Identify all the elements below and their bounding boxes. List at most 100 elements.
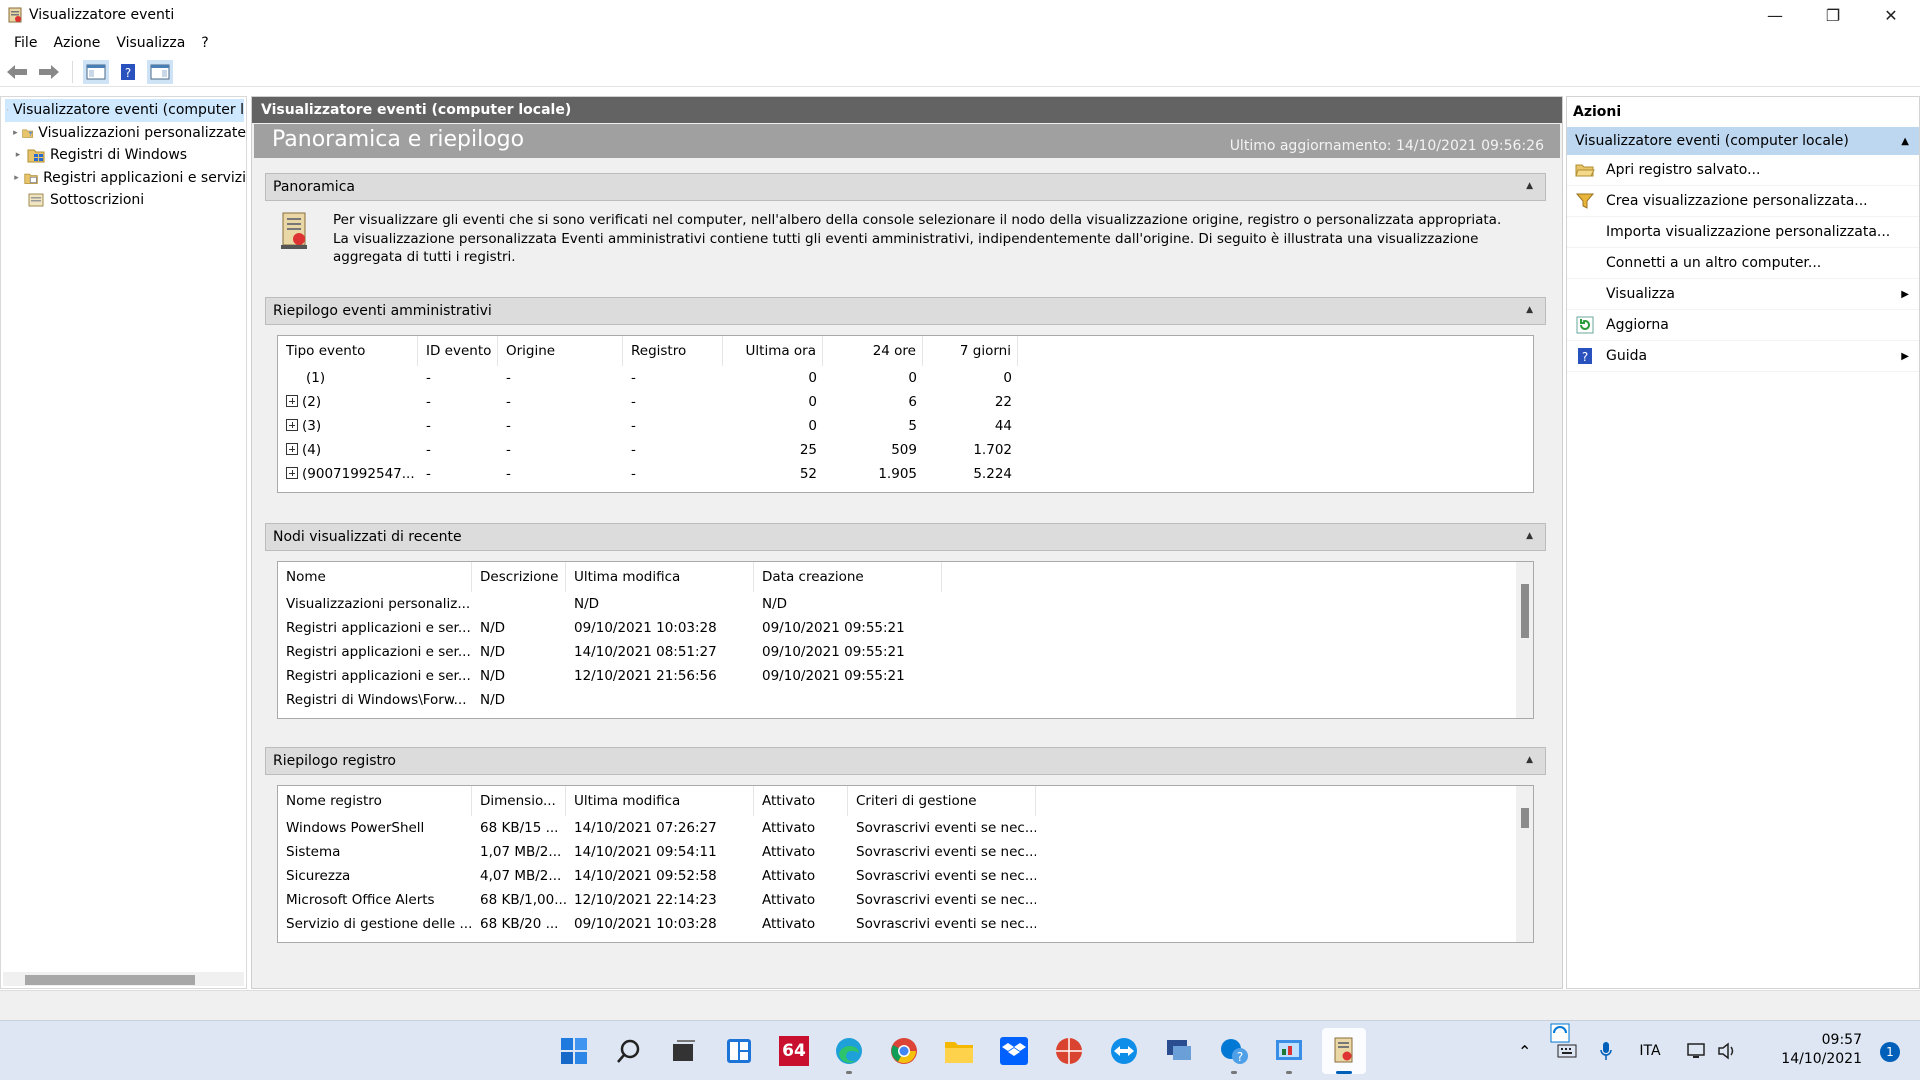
table-row[interactable]: Registri applicazioni e ser... N/D 14/10/2… xyxy=(278,640,1516,664)
tree-item-subscriptions[interactable]: Sottoscrizioni xyxy=(1,189,246,212)
taskbar-app-64[interactable]: 64 xyxy=(777,1034,811,1068)
table-row[interactable]: Sistema 1,07 MB/2... 14/10/2021 09:54:11 At… xyxy=(278,840,1516,864)
table-row[interactable]: Registri applicazioni e ser... N/D 09/10/2… xyxy=(278,616,1516,640)
section-overview-header[interactable]: Panoramica ▲ xyxy=(265,173,1546,201)
expand-plus-icon[interactable] xyxy=(286,395,298,407)
forward-button[interactable] xyxy=(36,60,62,84)
expand-chevron-icon[interactable]: ▸ xyxy=(11,173,22,183)
taskbar-app-help[interactable]: ? xyxy=(1217,1034,1251,1074)
column-header[interactable]: Tipo evento xyxy=(286,336,418,366)
table-row[interactable]: Visualizzazioni personaliz... N/D N/D xyxy=(278,592,1516,616)
action-item-6[interactable]: ? Guida ▶ xyxy=(1567,341,1919,372)
tree-item-windows-logs[interactable]: ▸ Registri di Windows xyxy=(1,144,246,167)
table-row[interactable]: Registri applicazioni e ser... N/D 12/10/2… xyxy=(278,664,1516,688)
volume-icon[interactable] xyxy=(1717,1042,1737,1060)
column-header[interactable]: Criteri di gestione xyxy=(848,786,1036,816)
help-toolbar-button[interactable]: ? xyxy=(115,60,141,84)
column-header[interactable]: Attivato xyxy=(754,786,848,816)
table-row[interactable]: Microsoft Office Alerts 68 KB/1,00... 12/1… xyxy=(278,888,1516,912)
tree-item-custom-views[interactable]: ▸ Visualizzazioni personalizzate xyxy=(1,122,246,145)
table-row[interactable]: Windows PowerShell 68 KB/15 ... 14/10/2021… xyxy=(278,816,1516,840)
cloud-sync-tray-icon[interactable] xyxy=(1550,1023,1570,1043)
taskbar-app-ball[interactable] xyxy=(1052,1034,1086,1068)
taskbar-app-event-viewer[interactable] xyxy=(1322,1028,1366,1074)
table-row[interactable]: (3) - - - 0 5 44 xyxy=(278,414,1533,438)
network-icon[interactable] xyxy=(1686,1042,1709,1060)
show-hide-actions-button[interactable] xyxy=(147,59,173,84)
expand-plus-icon[interactable] xyxy=(286,443,298,455)
show-hidden-icons-chevron-icon[interactable]: ⌃ xyxy=(1518,1042,1531,1061)
expand-plus-icon[interactable] xyxy=(286,467,298,479)
collapse-icon[interactable]: ▲ xyxy=(1526,181,1533,191)
language-indicator[interactable]: ITA xyxy=(1639,1043,1660,1059)
taskbar-app-edge[interactable] xyxy=(832,1034,866,1074)
action-item-0[interactable]: Apri registro salvato... xyxy=(1567,155,1919,186)
section-recent-nodes-header[interactable]: Nodi visualizzati di recente ▲ xyxy=(265,523,1546,551)
expand-plus-icon[interactable] xyxy=(286,419,298,431)
action-item-4[interactable]: Visualizza ▶ xyxy=(1567,279,1919,310)
microphone-icon[interactable] xyxy=(1599,1041,1613,1061)
section-log-summary-header[interactable]: Riepilogo registro ▲ xyxy=(265,747,1546,775)
search-button[interactable] xyxy=(612,1034,646,1068)
taskbar-app-file-explorer[interactable] xyxy=(942,1034,976,1068)
show-hide-tree-button[interactable] xyxy=(83,59,109,84)
column-header[interactable]: Descrizione xyxy=(472,562,566,592)
scrollbar-thumb[interactable] xyxy=(1521,584,1529,638)
action-item-3[interactable]: Connetti a un altro computer... xyxy=(1567,248,1919,279)
restore-button[interactable]: ❐ xyxy=(1804,0,1862,30)
table-row[interactable]: (90071992547... - - -52 1.905 5.224 xyxy=(278,462,1533,486)
taskbar-app-remote[interactable] xyxy=(1162,1034,1196,1068)
expand-chevron-icon[interactable]: ▸ xyxy=(11,128,20,138)
taskbar-clock[interactable]: 09:57 14/10/2021 xyxy=(1781,1031,1862,1069)
table-row[interactable]: Servizio di gestione delle ... 68 KB/20 .… xyxy=(278,912,1516,936)
start-button[interactable] xyxy=(557,1034,591,1068)
column-header[interactable]: Ultima modifica xyxy=(566,562,754,592)
table-row[interactable]: Sicurezza 4,07 MB/2... 14/10/2021 09:52:58… xyxy=(278,864,1516,888)
task-view-button[interactable] xyxy=(667,1034,701,1068)
action-item-5[interactable]: Aggiorna xyxy=(1567,310,1919,341)
column-header[interactable]: Data creazione xyxy=(754,562,942,592)
tree-horizontal-scrollbar[interactable] xyxy=(3,972,244,986)
menu-file[interactable]: File xyxy=(6,35,45,51)
table-row[interactable]: (4) - - - 25 509 1.702 xyxy=(278,438,1533,462)
column-header[interactable]: Ultima ora xyxy=(723,336,823,366)
column-header[interactable]: ID evento xyxy=(418,336,498,366)
taskbar-app-control-panel[interactable] xyxy=(1272,1034,1306,1074)
table-row[interactable]: (1) - - - 0 0 0 xyxy=(278,366,1533,390)
recent-vertical-scrollbar[interactable] xyxy=(1516,562,1533,718)
back-button[interactable] xyxy=(4,60,30,84)
scrollbar-thumb[interactable] xyxy=(25,975,195,985)
collapse-icon[interactable]: ▲ xyxy=(1526,755,1533,765)
taskbar-app-chrome[interactable] xyxy=(887,1034,921,1068)
action-item-2[interactable]: Importa visualizzazione personalizzata..… xyxy=(1567,217,1919,248)
column-header[interactable]: 24 ore xyxy=(823,336,923,366)
column-header[interactable]: Registro xyxy=(623,336,723,366)
menu-azione[interactable]: Azione xyxy=(45,35,108,51)
table-row[interactable]: Registri di Windows\Forw... N/D xyxy=(278,688,1516,712)
column-header[interactable]: Nome xyxy=(286,562,472,592)
scrollbar-thumb[interactable] xyxy=(1521,808,1529,828)
tree-root-event-viewer[interactable]: Visualizzatore eventi (computer l xyxy=(5,99,244,122)
actions-group-header[interactable]: Visualizzatore eventi (computer locale) … xyxy=(1567,127,1919,155)
taskbar-app-dropbox[interactable] xyxy=(997,1034,1031,1068)
column-header[interactable]: Ultima modifica xyxy=(566,786,754,816)
section-admin-summary-header[interactable]: Riepilogo eventi amministrativi ▲ xyxy=(265,297,1546,325)
menu-visualizza[interactable]: Visualizza xyxy=(108,35,193,51)
collapse-icon[interactable]: ▲ xyxy=(1901,136,1909,147)
taskbar-app-teamviewer[interactable] xyxy=(1107,1034,1141,1068)
column-header[interactable]: Origine xyxy=(498,336,623,366)
action-item-1[interactable]: Crea visualizzazione personalizzata... xyxy=(1567,186,1919,217)
column-header[interactable]: Dimensio... xyxy=(472,786,566,816)
table-row[interactable]: (2) - - - 0 6 22 xyxy=(278,390,1533,414)
minimize-button[interactable]: — xyxy=(1746,0,1804,30)
collapse-icon[interactable]: ▲ xyxy=(1526,531,1533,541)
close-button[interactable]: ✕ xyxy=(1862,0,1920,30)
expand-chevron-icon[interactable]: ▸ xyxy=(11,150,25,160)
log-vertical-scrollbar[interactable] xyxy=(1516,786,1533,942)
menu-help[interactable]: ? xyxy=(193,35,216,51)
widgets-button[interactable] xyxy=(722,1034,756,1068)
tree-item-app-service-logs[interactable]: ▸ Registri applicazioni e servizi xyxy=(1,167,246,190)
column-header[interactable]: Nome registro xyxy=(286,786,472,816)
keyboard-icon[interactable] xyxy=(1557,1044,1577,1058)
collapse-icon[interactable]: ▲ xyxy=(1526,305,1533,315)
